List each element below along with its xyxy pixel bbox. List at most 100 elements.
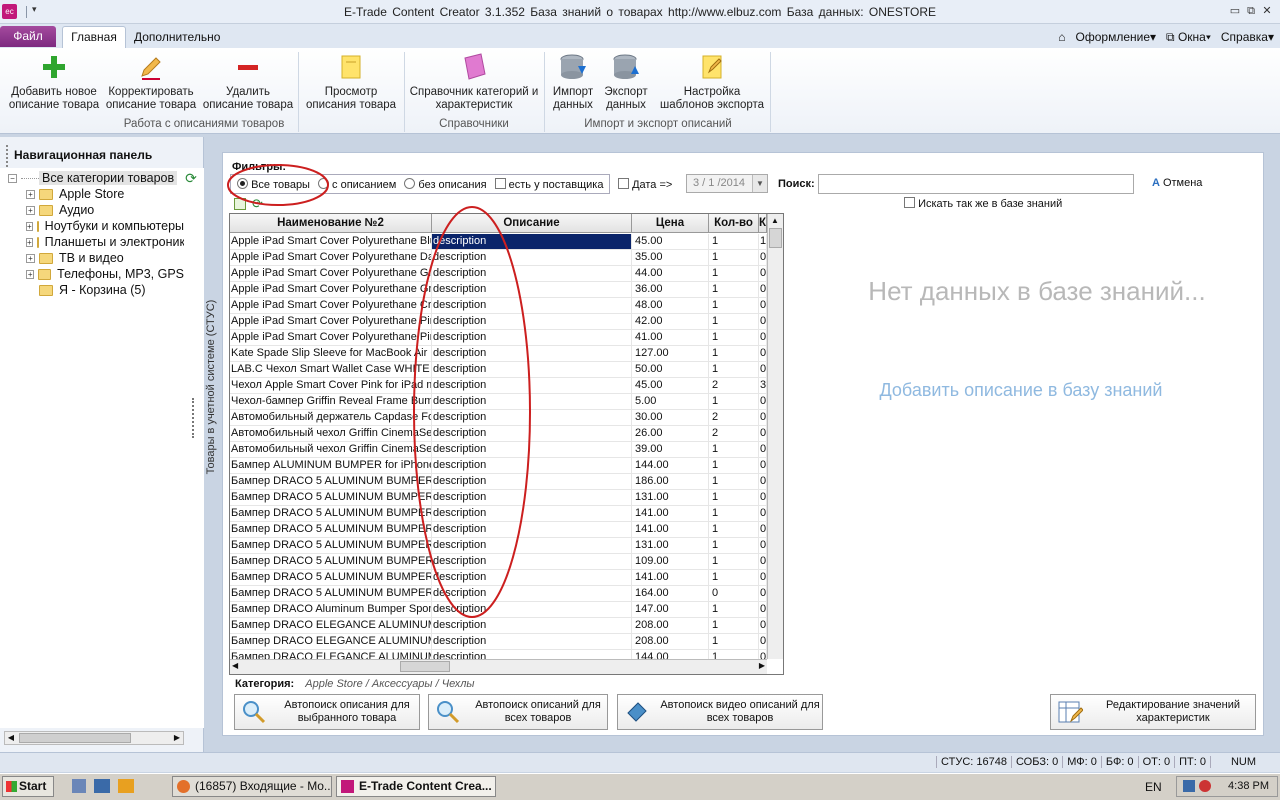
cell-name[interactable]: Автомобильный чехол Griffin CinemaSeat: [230, 426, 432, 441]
cell-qty[interactable]: 2: [709, 410, 759, 425]
tab-file[interactable]: Файл: [0, 26, 56, 47]
tree-horizontal-scrollbar[interactable]: ◀ ▶: [4, 731, 184, 745]
cell-extra[interactable]: 0: [759, 266, 767, 281]
auto-search-all-button[interactable]: Автопоиск описаний для всех товаров: [428, 694, 608, 730]
cell-qty[interactable]: 1: [709, 490, 759, 505]
export-templates-button[interactable]: Настройка шаблонов экспорта: [656, 52, 768, 112]
expand-icon[interactable]: +: [26, 269, 35, 279]
table-row[interactable]: Бампер DRACO 5 ALUMINUM BUMPER MIDdescri…: [230, 570, 767, 586]
cell-qty[interactable]: 1: [709, 234, 759, 249]
cell-name[interactable]: Бампер DRACO 5 ALUMINUM BUMPER ME: [230, 554, 432, 569]
cell-extra[interactable]: 0: [759, 458, 767, 473]
cell-description[interactable]: description: [432, 506, 632, 521]
cell-name[interactable]: Бампер DRACO ELEGANCE ALUMINUM BU: [230, 618, 432, 633]
cell-qty[interactable]: 1: [709, 314, 759, 329]
cell-price[interactable]: 186.00: [632, 474, 709, 489]
cell-description[interactable]: description: [432, 426, 632, 441]
scroll-left-icon[interactable]: ◀: [5, 732, 17, 744]
cell-qty[interactable]: 2: [709, 378, 759, 393]
table-row[interactable]: Чехол Apple Smart Cover Pink for iPad mi…: [230, 378, 767, 394]
filter-supplier-checkbox[interactable]: есть у поставщика: [494, 177, 603, 191]
language-indicator[interactable]: EN: [1145, 780, 1162, 794]
cell-price[interactable]: 131.00: [632, 490, 709, 505]
cell-description[interactable]: description: [432, 266, 632, 281]
cell-price[interactable]: 26.00: [632, 426, 709, 441]
cell-name[interactable]: Бампер DRACO 5 ALUMINUM BUMPER GR: [230, 538, 432, 553]
filter-with-description[interactable]: с описанием: [317, 177, 396, 191]
table-row[interactable]: Бампер DRACO 5 ALUMINUM BUMPER for descri…: [230, 490, 767, 506]
cell-extra[interactable]: 0: [759, 330, 767, 345]
network-icon[interactable]: [1183, 780, 1195, 792]
expand-icon[interactable]: +: [26, 237, 33, 247]
add-description-button[interactable]: Добавить новое описание товара: [4, 52, 104, 112]
table-row[interactable]: Бампер DRACO 5 ALUMINUM BUMPER GA descrip…: [230, 522, 767, 538]
cell-name[interactable]: Автомобильный держатель Capdase Fo: [230, 410, 432, 425]
cell-name[interactable]: Автомобильный чехол Griffin CinemaSeat: [230, 442, 432, 457]
cell-description[interactable]: description: [432, 346, 632, 361]
table-row[interactable]: Бампер DRACO ELEGANCE ALUMINUM BUdescrip…: [230, 618, 767, 634]
cell-qty[interactable]: 1: [709, 442, 759, 457]
menu-help[interactable]: Справка▾: [1221, 30, 1274, 44]
scroll-up-icon[interactable]: ▲: [771, 216, 779, 225]
cell-description[interactable]: description: [432, 570, 632, 585]
cell-description[interactable]: description: [432, 618, 632, 633]
cell-qty[interactable]: 1: [709, 474, 759, 489]
splitter-grip[interactable]: [192, 398, 198, 438]
menu-windows[interactable]: ⧉ Окна▾: [1166, 30, 1211, 45]
column-header-name[interactable]: Наименование №2: [230, 214, 432, 232]
category-tree[interactable]: − Все категории товаров ⟳ + Apple Store +…: [0, 168, 204, 728]
quick-launch-icon[interactable]: [118, 779, 134, 793]
grid-horizontal-scrollbar[interactable]: ◀ ▶: [230, 659, 767, 674]
cell-extra[interactable]: 0: [759, 602, 767, 617]
table-row[interactable]: Apple iPad Smart Cover Polyurethane Blue…: [230, 234, 767, 250]
search-input[interactable]: [818, 174, 1134, 194]
cell-qty[interactable]: 1: [709, 250, 759, 265]
cell-price[interactable]: 208.00: [632, 634, 709, 649]
cell-extra[interactable]: 0: [759, 618, 767, 633]
view-description-button[interactable]: Просмотр описания товара: [302, 52, 400, 112]
scroll-left-icon[interactable]: ◀: [232, 661, 238, 670]
cell-extra[interactable]: 0: [759, 474, 767, 489]
cell-price[interactable]: 109.00: [632, 554, 709, 569]
cell-qty[interactable]: 1: [709, 266, 759, 281]
scroll-right-icon[interactable]: ▶: [759, 661, 765, 670]
tree-item-tv[interactable]: + ТВ и видео: [26, 250, 124, 266]
cell-price[interactable]: 141.00: [632, 522, 709, 537]
grid-vertical-scrollbar[interactable]: ▲: [767, 214, 783, 659]
cell-price[interactable]: 42.00: [632, 314, 709, 329]
column-header-extra[interactable]: К: [759, 214, 767, 232]
table-row[interactable]: Apple iPad Smart Cover Polyurethane Pink…: [230, 314, 767, 330]
cell-name[interactable]: LAB.C Чехол Smart Wallet Case WHITE for: [230, 362, 432, 377]
start-button[interactable]: Start: [2, 776, 54, 797]
tree-node-root[interactable]: − Все категории товаров ⟳: [8, 170, 197, 186]
cell-price[interactable]: 5.00: [632, 394, 709, 409]
cell-price[interactable]: 41.00: [632, 330, 709, 345]
scroll-thumb[interactable]: [400, 661, 450, 672]
cell-name[interactable]: Чехол Apple Smart Cover Pink for iPad mi…: [230, 378, 432, 393]
cell-extra[interactable]: 0: [759, 362, 767, 377]
quick-launch-icon[interactable]: [72, 779, 86, 793]
cell-price[interactable]: 131.00: [632, 538, 709, 553]
cell-description[interactable]: description: [432, 250, 632, 265]
cell-price[interactable]: 35.00: [632, 250, 709, 265]
table-row[interactable]: Бампер ALUMINUM BUMPER for iPhone 5 descr…: [230, 458, 767, 474]
cell-extra[interactable]: 0: [759, 506, 767, 521]
cell-extra[interactable]: 0: [759, 570, 767, 585]
table-row[interactable]: Apple iPad Smart Cover Polyurethane Crea…: [230, 298, 767, 314]
delete-description-button[interactable]: Удалить описание товара: [200, 52, 296, 112]
filter-without-description[interactable]: без описания: [404, 177, 487, 191]
table-row[interactable]: Бампер DRACO ELEGANCE ALUMINUM BUdescrip…: [230, 634, 767, 650]
cell-qty[interactable]: 1: [709, 554, 759, 569]
chevron-down-icon[interactable]: ▼: [752, 175, 767, 192]
menu-design[interactable]: Оформление▾: [1076, 30, 1157, 44]
cell-price[interactable]: 141.00: [632, 506, 709, 521]
cell-description[interactable]: description: [432, 554, 632, 569]
cell-qty[interactable]: 1: [709, 346, 759, 361]
cell-description[interactable]: description: [432, 298, 632, 313]
cell-description[interactable]: description: [432, 394, 632, 409]
side-tab-stus[interactable]: Товары в учетной системе (СТУС): [205, 287, 219, 487]
close-icon[interactable]: ✕: [1260, 4, 1274, 18]
cell-price[interactable]: 141.00: [632, 570, 709, 585]
edit-characteristics-button[interactable]: Редактирование значений характеристик: [1050, 694, 1256, 730]
table-row[interactable]: Бампер DRACO Aluminum Bumper Sports descr…: [230, 602, 767, 618]
